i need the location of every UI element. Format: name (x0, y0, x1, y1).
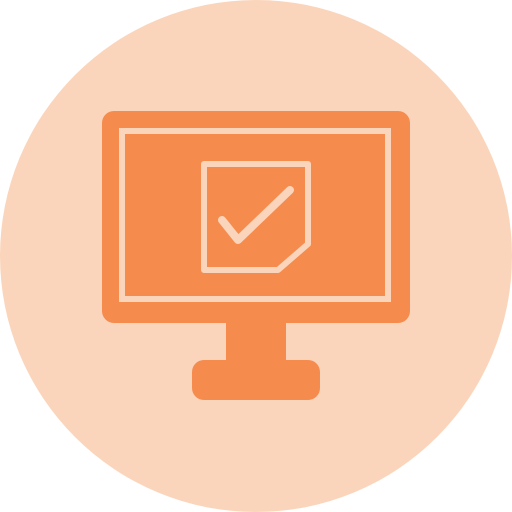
icon-canvas (0, 0, 512, 512)
monitor-stand-base (192, 360, 320, 400)
monitor-check-icon (0, 0, 512, 512)
monitor-body (102, 111, 410, 323)
